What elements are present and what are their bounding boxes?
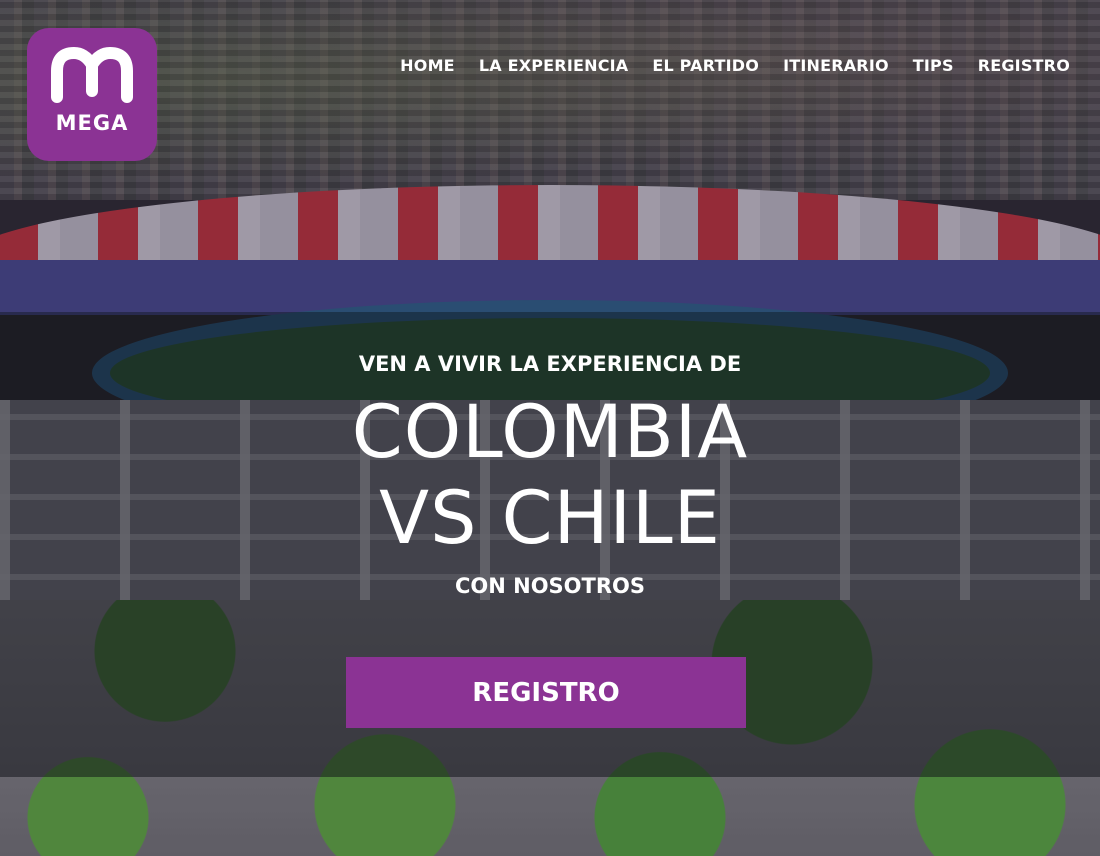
registro-button[interactable]: REGISTRO bbox=[346, 657, 746, 728]
mega-logo-icon bbox=[51, 46, 133, 103]
overlay-top bbox=[0, 0, 1100, 312]
nav-tips[interactable]: TIPS bbox=[901, 54, 966, 77]
main-nav: HOME LA EXPERIENCIA EL PARTIDO ITINERARI… bbox=[388, 54, 1082, 77]
nav-home[interactable]: HOME bbox=[388, 54, 467, 77]
hero-title: COLOMBIA VS CHILE bbox=[0, 390, 1100, 562]
overlay-bottom bbox=[0, 777, 1100, 856]
nav-registro[interactable]: REGISTRO bbox=[966, 54, 1082, 77]
hero-title-line2: VS CHILE bbox=[379, 476, 721, 561]
mega-logo[interactable]: MEGA bbox=[27, 28, 157, 161]
logo-text: MEGA bbox=[55, 110, 129, 135]
hero-pre-title: VEN A VIVIR LA EXPERIENCIA DE bbox=[358, 352, 742, 376]
hero-title-line1: COLOMBIA bbox=[351, 390, 749, 475]
hero-subtitle: CON NOSOTROS bbox=[454, 574, 646, 598]
nav-la-experiencia[interactable]: LA EXPERIENCIA bbox=[467, 54, 641, 77]
nav-itinerario[interactable]: ITINERARIO bbox=[771, 54, 901, 77]
nav-el-partido[interactable]: EL PARTIDO bbox=[640, 54, 771, 77]
